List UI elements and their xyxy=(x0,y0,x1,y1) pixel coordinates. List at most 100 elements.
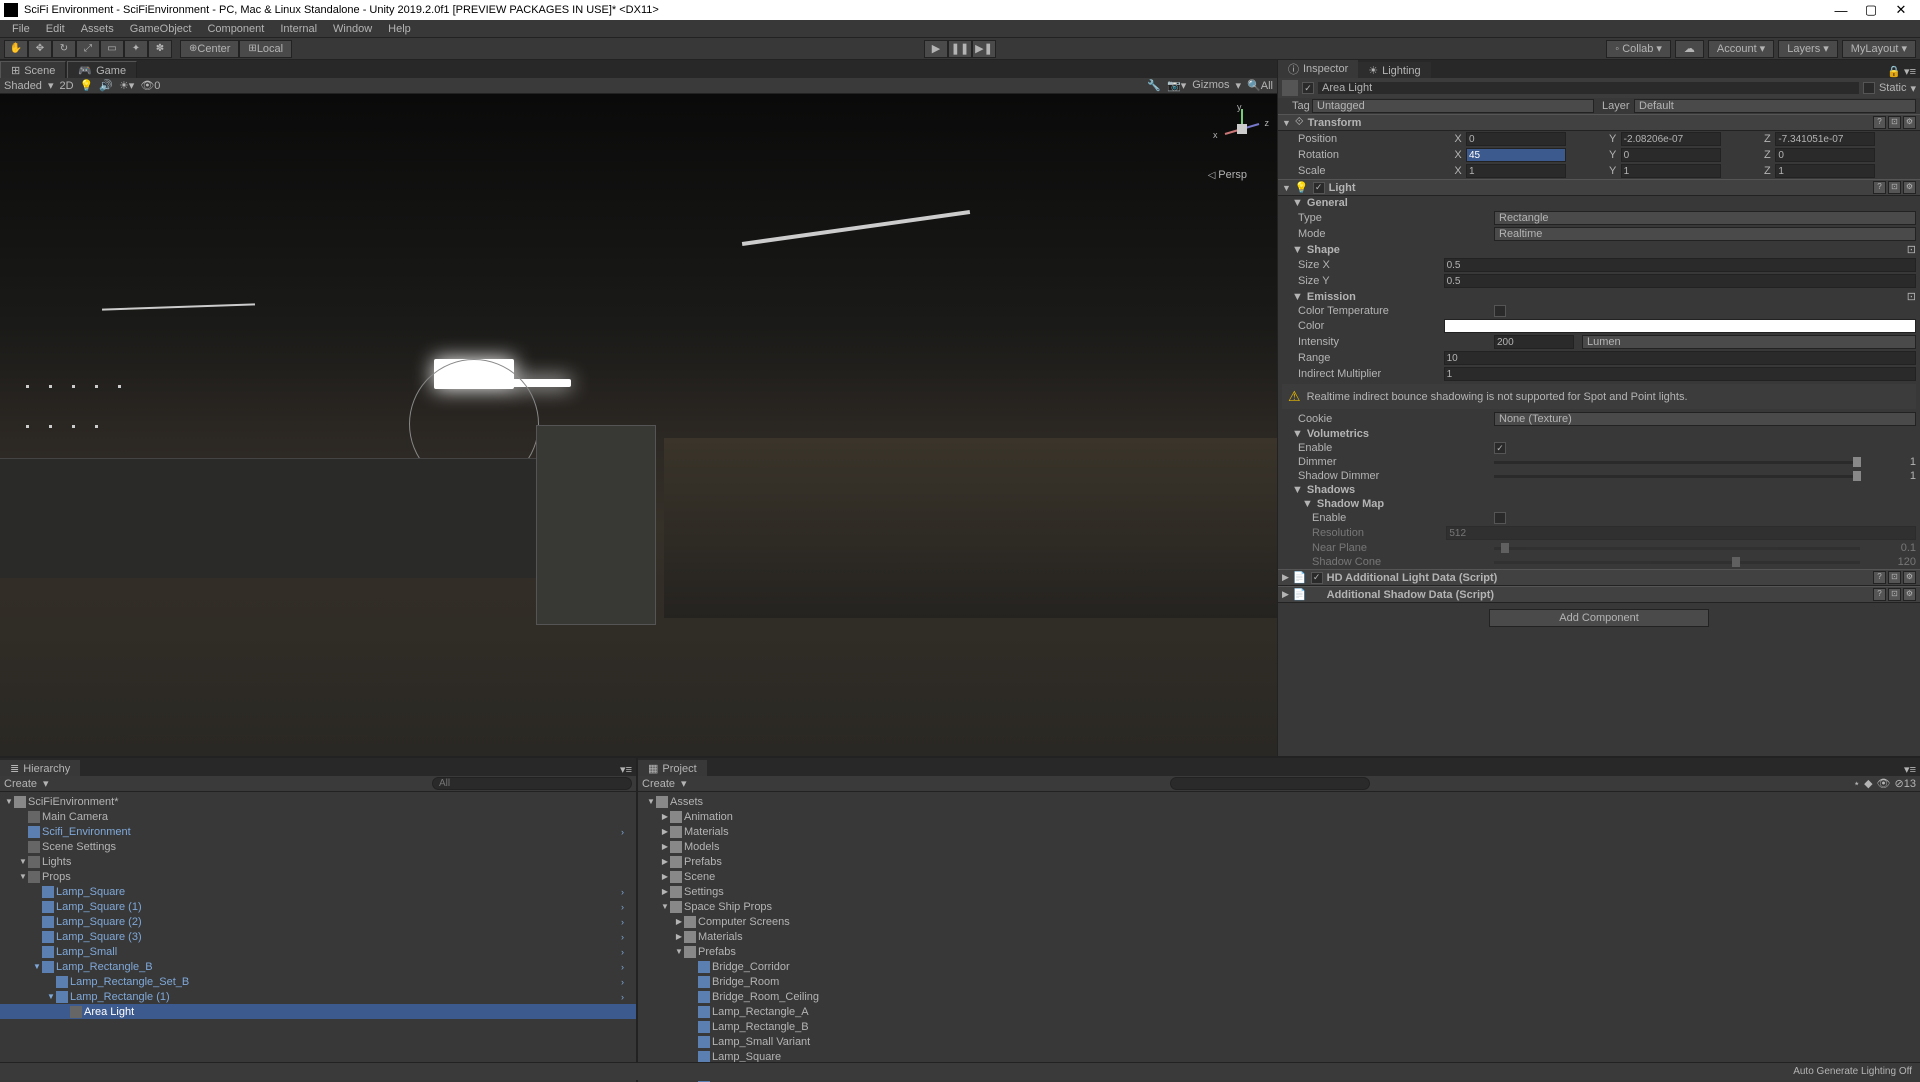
tag-dropdown[interactable]: Untagged xyxy=(1312,99,1594,113)
hierarchy-item[interactable]: ▼Props xyxy=(0,869,636,884)
hierarchy-item[interactable]: Main Camera xyxy=(0,809,636,824)
menu-help[interactable]: Help xyxy=(380,23,419,35)
account-dropdown[interactable]: Account ▾ xyxy=(1708,40,1774,58)
type-dropdown[interactable]: Rectangle xyxy=(1494,211,1916,225)
cookie-field[interactable]: None (Texture) xyxy=(1494,412,1916,426)
vol-enable-checkbox[interactable] xyxy=(1494,442,1506,454)
create-dropdown[interactable]: Create xyxy=(642,778,675,790)
project-item[interactable]: ▶Materials xyxy=(638,824,1920,839)
tab-hierarchy[interactable]: ≣ Hierarchy xyxy=(0,760,80,776)
comp-help-icon[interactable]: ? xyxy=(1873,181,1886,194)
rotate-tool[interactable]: ↻ xyxy=(52,40,76,58)
project-item[interactable]: Lamp_Small Variant xyxy=(638,1034,1920,1049)
sm-enable-checkbox[interactable] xyxy=(1494,512,1506,524)
project-item[interactable]: Lamp_Rectangle_A xyxy=(638,1004,1920,1019)
menu-assets[interactable]: Assets xyxy=(73,23,122,35)
layer-dropdown[interactable]: Default xyxy=(1634,99,1916,113)
play-button[interactable]: ▶ xyxy=(924,40,948,58)
rotation-z[interactable] xyxy=(1775,148,1875,162)
position-x[interactable] xyxy=(1466,132,1566,146)
hd-light-checkbox[interactable] xyxy=(1311,572,1323,584)
dimmer-slider[interactable] xyxy=(1494,461,1860,464)
custom-tool[interactable]: ✽ xyxy=(148,40,172,58)
shadow-dimmer-slider[interactable] xyxy=(1494,475,1860,478)
gizmos-dropdown[interactable]: Gizmos xyxy=(1192,79,1229,92)
hierarchy-item[interactable]: Scene Settings xyxy=(0,839,636,854)
hierarchy-item[interactable]: Lamp_Square (2)› xyxy=(0,914,636,929)
comp-help-icon[interactable]: ? xyxy=(1873,588,1886,601)
filter-favorite-icon[interactable]: ⋆ xyxy=(1853,777,1860,790)
tab-inspector[interactable]: ⓘ Inspector xyxy=(1278,59,1358,78)
menu-file[interactable]: File xyxy=(4,23,38,35)
comp-preset-icon[interactable]: ⊡ xyxy=(1888,588,1901,601)
intensity-field[interactable] xyxy=(1494,335,1574,349)
hierarchy-scene[interactable]: ▼SciFiEnvironment* xyxy=(0,794,636,809)
pause-button[interactable]: ❚❚ xyxy=(948,40,972,58)
collab-dropdown[interactable]: ◦ Collab ▾ xyxy=(1606,40,1671,58)
hierarchy-item[interactable]: ▼Lamp_Rectangle (1)› xyxy=(0,989,636,1004)
hierarchy-item[interactable]: Lamp_Rectangle_Set_B› xyxy=(0,974,636,989)
step-button[interactable]: ▶❚ xyxy=(972,40,996,58)
rect-tool[interactable]: ▭ xyxy=(100,40,124,58)
comp-preset-icon[interactable]: ⊡ xyxy=(1888,116,1901,129)
light-toggle-icon[interactable]: 💡 xyxy=(80,79,94,92)
hierarchy-item[interactable]: ▼Lamp_Rectangle_B› xyxy=(0,959,636,974)
comp-help-icon[interactable]: ? xyxy=(1873,116,1886,129)
render-mode-dropdown[interactable]: Shaded xyxy=(4,80,42,92)
comp-menu-icon[interactable]: ⚙ xyxy=(1903,116,1916,129)
light-header[interactable]: ▼ 💡 Light ?⊡⚙ xyxy=(1278,179,1920,196)
comp-preset-icon[interactable]: ⊡ xyxy=(1888,181,1901,194)
static-checkbox[interactable] xyxy=(1863,82,1875,94)
project-item[interactable]: ▶Settings xyxy=(638,884,1920,899)
comp-menu-icon[interactable]: ⚙ xyxy=(1903,588,1916,601)
scale-x[interactable] xyxy=(1466,164,1566,178)
hierarchy-item[interactable]: Scifi_Environment› xyxy=(0,824,636,839)
tab-project[interactable]: ▦ Project xyxy=(638,760,707,776)
hierarchy-item[interactable]: ▼Lights xyxy=(0,854,636,869)
project-item[interactable]: ▼Prefabs xyxy=(638,944,1920,959)
fx-toggle-icon[interactable]: ☀▾ xyxy=(119,79,134,92)
object-active-checkbox[interactable] xyxy=(1302,82,1314,94)
tab-game[interactable]: 🎮 Game xyxy=(67,61,137,78)
project-item[interactable]: ▶Prefabs xyxy=(638,854,1920,869)
position-y[interactable] xyxy=(1621,132,1721,146)
menu-window[interactable]: Window xyxy=(325,23,380,35)
hidden-toggle-icon[interactable]: 👁0 xyxy=(140,79,160,92)
tab-scene[interactable]: ⊞ Scene xyxy=(0,61,66,78)
project-item[interactable]: ▼Assets xyxy=(638,794,1920,809)
hierarchy-search[interactable] xyxy=(432,777,632,790)
project-item[interactable]: Bridge_Room xyxy=(638,974,1920,989)
hidden-icon[interactable]: 👁 xyxy=(1877,777,1891,790)
cloud-button[interactable]: ☁ xyxy=(1675,40,1704,58)
colortemp-checkbox[interactable] xyxy=(1494,305,1506,317)
2d-toggle[interactable]: 2D xyxy=(59,80,73,92)
minimize-button[interactable]: — xyxy=(1826,3,1856,18)
static-dropdown-icon[interactable]: ▾ xyxy=(1910,82,1916,95)
add-shadow-header[interactable]: ▶ 📄 Additional Shadow Data (Script) ?⊡⚙ xyxy=(1278,586,1920,603)
project-item[interactable]: Bridge_Corridor xyxy=(638,959,1920,974)
layout-dropdown[interactable]: MyLayout ▾ xyxy=(1842,40,1916,58)
project-item[interactable]: ▶Animation xyxy=(638,809,1920,824)
hierarchy-item[interactable]: Area Light xyxy=(0,1004,636,1019)
project-item[interactable]: ▶Scene xyxy=(638,869,1920,884)
camera-icon[interactable]: 🔧 xyxy=(1147,79,1161,92)
filter-type-icon[interactable]: ◆ xyxy=(1864,777,1872,790)
hierarchy-menu-icon[interactable]: ▾≡ xyxy=(616,763,636,776)
project-menu-icon[interactable]: ▾≡ xyxy=(1900,763,1920,776)
pivot-mode-button[interactable]: ⊕ Center xyxy=(180,40,239,58)
persp-label[interactable]: ◁ Persp xyxy=(1208,169,1247,181)
project-item[interactable]: Lamp_Rectangle_B xyxy=(638,1019,1920,1034)
light-enable-checkbox[interactable] xyxy=(1313,182,1325,194)
comp-menu-icon[interactable]: ⚙ xyxy=(1903,181,1916,194)
intensity-unit-dropdown[interactable]: Lumen xyxy=(1582,335,1916,349)
menu-gameobject[interactable]: GameObject xyxy=(122,23,200,35)
project-item[interactable]: ▼Space Ship Props xyxy=(638,899,1920,914)
scene-viewport[interactable]: y z x ◁ Persp xyxy=(0,94,1277,756)
move-tool[interactable]: ✥ xyxy=(28,40,52,58)
indirect-field[interactable] xyxy=(1444,367,1916,381)
gizmo-camera-icon[interactable]: 📷▾ xyxy=(1167,79,1186,92)
project-search[interactable] xyxy=(1170,777,1370,790)
emission-section[interactable]: ▼Emission⊡ xyxy=(1278,289,1920,304)
inspector-lock-icon[interactable]: 🔒 ▾≡ xyxy=(1883,65,1920,78)
range-field[interactable] xyxy=(1444,351,1916,365)
